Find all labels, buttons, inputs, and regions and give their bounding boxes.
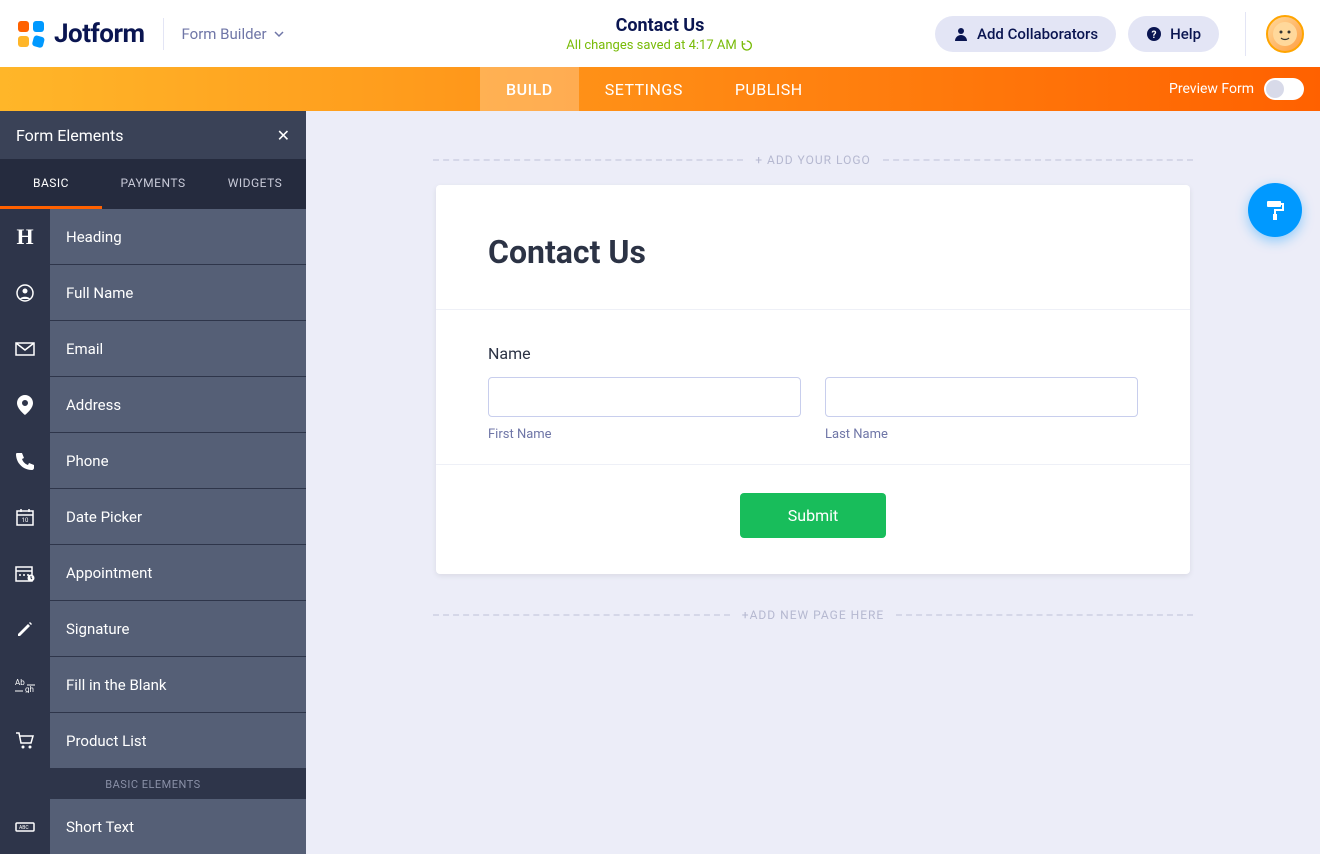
submit-area: Submit <box>436 465 1190 574</box>
save-status: All changes saved at 4:17 AM <box>566 38 753 53</box>
preview-label: Preview Form <box>1169 81 1254 97</box>
fillblank-icon: Abgh <box>0 657 50 712</box>
svg-text:gh: gh <box>25 685 34 693</box>
canvas: + ADD YOUR LOGO Contact Us Name First Na… <box>306 111 1320 854</box>
sidebar-tab-widgets[interactable]: WIDGETS <box>204 159 306 209</box>
avatar-face-icon <box>1271 20 1299 48</box>
revert-icon[interactable] <box>741 39 754 52</box>
sidebar-tab-basic[interactable]: BASIC <box>0 159 102 209</box>
element-email[interactable]: Email <box>0 321 306 376</box>
element-productlist[interactable]: Product List <box>0 713 306 768</box>
help-button[interactable]: ? Help <box>1128 16 1219 52</box>
element-fullname[interactable]: Full Name <box>0 265 306 320</box>
user-icon <box>0 265 50 320</box>
preview-toggle-area: Preview Form <box>1169 78 1304 100</box>
submit-button[interactable]: Submit <box>740 493 886 538</box>
element-fillblank[interactable]: AbghFill in the Blank <box>0 657 306 712</box>
cart-icon <box>0 713 50 768</box>
logo-text: Jotform <box>54 19 145 49</box>
svg-text:ABC: ABC <box>19 825 29 831</box>
svg-text:10: 10 <box>22 517 29 524</box>
paint-roller-icon <box>1263 198 1287 222</box>
heading-icon: H <box>0 209 50 264</box>
element-heading[interactable]: HHeading <box>0 209 306 264</box>
element-shorttext[interactable]: ABCShort Text <box>0 799 306 854</box>
shorttext-icon: ABC <box>0 799 50 854</box>
form-header[interactable]: Contact Us <box>436 185 1190 310</box>
element-address[interactable]: Address <box>0 377 306 432</box>
avatar[interactable] <box>1266 15 1304 53</box>
tab-settings[interactable]: SETTINGS <box>579 67 709 111</box>
email-icon <box>0 321 50 376</box>
close-icon[interactable]: ✕ <box>277 126 290 145</box>
sidebar-header: Form Elements ✕ <box>0 111 306 159</box>
phone-icon <box>0 433 50 488</box>
divider <box>1245 12 1246 56</box>
element-phone[interactable]: Phone <box>0 433 306 488</box>
form-name[interactable]: Contact Us <box>566 15 753 36</box>
last-name-sublabel: Last Name <box>825 427 1138 442</box>
section-header: BASIC ELEMENTS <box>0 769 306 799</box>
elements-list: HHeading Full Name Email Address Phone 1… <box>0 209 306 854</box>
tab-publish[interactable]: PUBLISH <box>709 67 829 111</box>
add-logo-hint[interactable]: + ADD YOUR LOGO <box>433 153 1193 167</box>
nav-strip: BUILD SETTINGS PUBLISH Preview Form <box>0 67 1320 111</box>
form-card: Contact Us Name First Name Last Name Sub… <box>436 185 1190 574</box>
page-title-area: Contact Us All changes saved at 4:17 AM <box>566 15 753 53</box>
divider <box>163 18 164 50</box>
top-bar: Jotform Form Builder Contact Us All chan… <box>0 0 1320 67</box>
logo[interactable]: Jotform <box>16 19 145 49</box>
tab-build[interactable]: BUILD <box>480 67 579 111</box>
nav-tabs: BUILD SETTINGS PUBLISH <box>480 67 829 111</box>
sidebar: Form Elements ✕ BASIC PAYMENTS WIDGETS H… <box>0 111 306 854</box>
location-icon <box>0 377 50 432</box>
sidebar-tabs: BASIC PAYMENTS WIDGETS <box>0 159 306 209</box>
appointment-icon <box>0 545 50 600</box>
element-datepicker[interactable]: 10Date Picker <box>0 489 306 544</box>
element-appointment[interactable]: Appointment <box>0 545 306 600</box>
help-icon: ? <box>1146 26 1162 42</box>
field-label: Name <box>488 344 1138 363</box>
svg-text:?: ? <box>1152 30 1157 41</box>
first-name-sublabel: First Name <box>488 427 801 442</box>
signature-icon <box>0 601 50 656</box>
chevron-down-icon <box>273 28 285 40</box>
sidebar-tab-payments[interactable]: PAYMENTS <box>102 159 204 209</box>
last-name-input[interactable] <box>825 377 1138 417</box>
sidebar-title: Form Elements <box>16 126 124 145</box>
add-collaborators-button[interactable]: Add Collaborators <box>935 16 1116 52</box>
element-signature[interactable]: Signature <box>0 601 306 656</box>
user-icon <box>953 26 969 42</box>
preview-toggle[interactable] <box>1264 78 1304 100</box>
add-page-hint[interactable]: +ADD NEW PAGE HERE <box>433 608 1193 622</box>
calendar-icon: 10 <box>0 489 50 544</box>
design-fab[interactable] <box>1248 183 1302 237</box>
name-field[interactable]: Name First Name Last Name <box>436 310 1190 465</box>
logo-icon <box>16 19 46 49</box>
first-name-input[interactable] <box>488 377 801 417</box>
header-actions: Add Collaborators ? Help <box>935 12 1304 56</box>
mode-dropdown[interactable]: Form Builder <box>182 25 285 43</box>
form-title: Contact Us <box>488 233 1138 271</box>
svg-text:Ab: Ab <box>15 678 25 687</box>
